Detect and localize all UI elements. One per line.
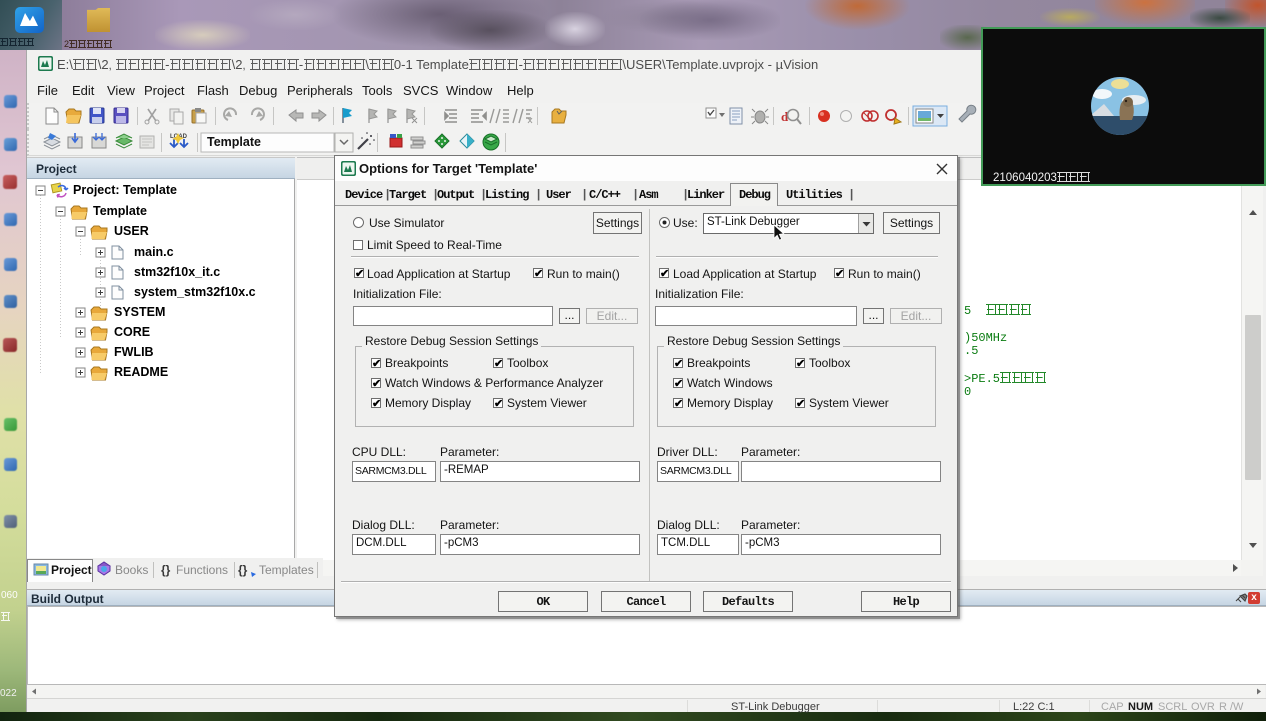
svg-text:{}: {} bbox=[161, 563, 171, 577]
svg-text:{}: {} bbox=[238, 563, 248, 577]
